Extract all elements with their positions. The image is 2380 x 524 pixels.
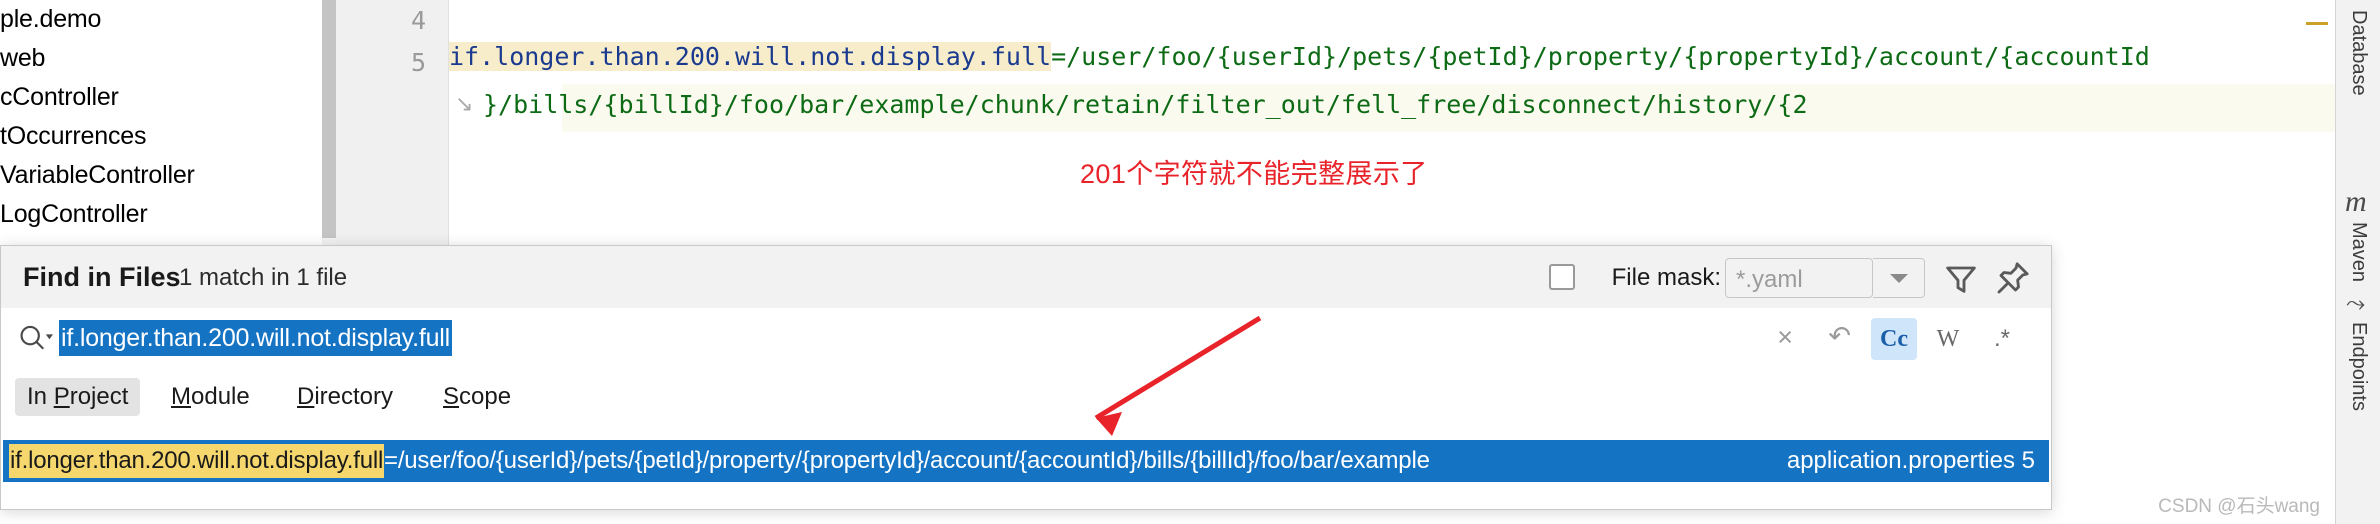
tool-window-endpoints[interactable]: Endpoints: [2347, 322, 2370, 411]
file-mask-dropdown-button[interactable]: [1873, 258, 1925, 298]
clear-search-icon[interactable]: ×: [1777, 322, 1793, 352]
dialog-header: Find in Files 1 match in 1 file File mas…: [1, 246, 2051, 309]
soft-wrap-arrow-icon: ↘: [455, 92, 474, 117]
code-token-separator: =: [1051, 42, 1067, 71]
watermark: CSDN @石头wang: [2158, 496, 2320, 517]
app-root: ple.demo web cController tOccurrences Va…: [0, 0, 2380, 524]
whole-words-toggle[interactable]: W: [1925, 318, 1971, 360]
match-count-label: 1 match in 1 file: [179, 264, 348, 291]
line-number-4: 4: [410, 6, 426, 35]
tool-window-database[interactable]: Database: [2347, 10, 2370, 96]
editor-right-marker: [2306, 22, 2328, 25]
tree-item-2[interactable]: cController: [0, 78, 318, 117]
tab-module[interactable]: Module: [159, 378, 262, 416]
chevron-down-icon: [1889, 274, 1908, 283]
code-line-5-row-1: if.longer.than.200.will.not.display.full…: [449, 42, 2150, 71]
result-rest-text: =/user/foo/{userId}/pets/{petId}/propert…: [384, 447, 1430, 474]
find-in-files-dialog: Find in Files 1 match in 1 file File mas…: [0, 245, 2052, 510]
tool-window-maven[interactable]: Maven: [2347, 222, 2370, 282]
tab-in-project-label: In Project: [27, 383, 129, 410]
file-mask-input[interactable]: *.yaml: [1725, 258, 1873, 298]
editor-vertical-scrollbar-thumb[interactable]: [322, 0, 336, 238]
code-token-value-part1: /user/foo/{userId}/pets/{petId}/property…: [1066, 42, 2150, 71]
result-file-label: application.properties 5: [1786, 447, 2035, 474]
tree-item-1[interactable]: web: [0, 39, 318, 78]
match-case-toggle[interactable]: Cc: [1871, 318, 1917, 360]
code-token-value-part2: }/bills/{billId}/foo/bar/example/chunk/r…: [483, 90, 1808, 119]
result-match-text: if.longer.than.200.will.not.display.full: [9, 444, 385, 478]
tab-scope[interactable]: Scope: [431, 378, 523, 416]
tree-item-4[interactable]: VariableController: [0, 156, 318, 195]
tab-in-project[interactable]: In Project: [15, 378, 141, 416]
code-editor[interactable]: 4 5 if.longer.than.200.will.not.display.…: [336, 0, 2346, 250]
search-history-icon[interactable]: ↶: [1828, 321, 1851, 351]
file-mask-label: File mask:: [1611, 264, 1721, 291]
line-number-5: 5: [410, 48, 426, 77]
code-line-5-row-2: }/bills/{billId}/foo/bar/example/chunk/r…: [483, 90, 1808, 119]
search-row: if.longer.than.200.will.not.display.full…: [1, 308, 2051, 369]
right-tool-strip: Database m Maven ⤳ Endpoints: [2335, 0, 2380, 524]
code-text-area[interactable]: if.longer.than.200.will.not.display.full…: [449, 0, 2346, 250]
dialog-title: Find in Files: [23, 262, 181, 292]
result-row[interactable]: if.longer.than.200.will.not.display.full…: [3, 440, 2049, 482]
maven-icon: m: [2345, 185, 2367, 218]
pin-icon[interactable]: [1993, 258, 2033, 298]
tab-directory[interactable]: Directory: [285, 378, 405, 416]
code-token-key: if.longer.than.200.will.not.display.full: [449, 42, 1052, 71]
file-mask-checkbox[interactable]: [1549, 264, 1575, 290]
endpoints-icon: ⤳: [2346, 290, 2366, 317]
search-input[interactable]: if.longer.than.200.will.not.display.full: [59, 320, 452, 356]
tree-item-3[interactable]: tOccurrences: [0, 117, 318, 156]
scope-tabs: In Project Module Directory Scope: [1, 368, 2051, 427]
file-mask-value: *.yaml: [1736, 266, 1803, 293]
tree-item-0[interactable]: ple.demo: [0, 0, 318, 39]
red-annotation-text: 201个字符就不能完整展示了: [1080, 159, 1428, 189]
project-tree-panel: ple.demo web cController tOccurrences Va…: [0, 0, 318, 250]
results-list: if.longer.than.200.will.not.display.full…: [1, 426, 2051, 509]
editor-gutter[interactable]: 4 5: [336, 0, 449, 250]
tree-item-5[interactable]: LogController: [0, 195, 318, 234]
filter-icon[interactable]: [1941, 258, 1981, 298]
tab-scope-label: Scope: [443, 383, 512, 410]
regex-toggle[interactable]: .*: [1979, 318, 2025, 360]
tab-module-label: Module: [171, 383, 250, 410]
search-icon[interactable]: [17, 322, 53, 354]
tab-directory-label: Directory: [297, 383, 394, 410]
